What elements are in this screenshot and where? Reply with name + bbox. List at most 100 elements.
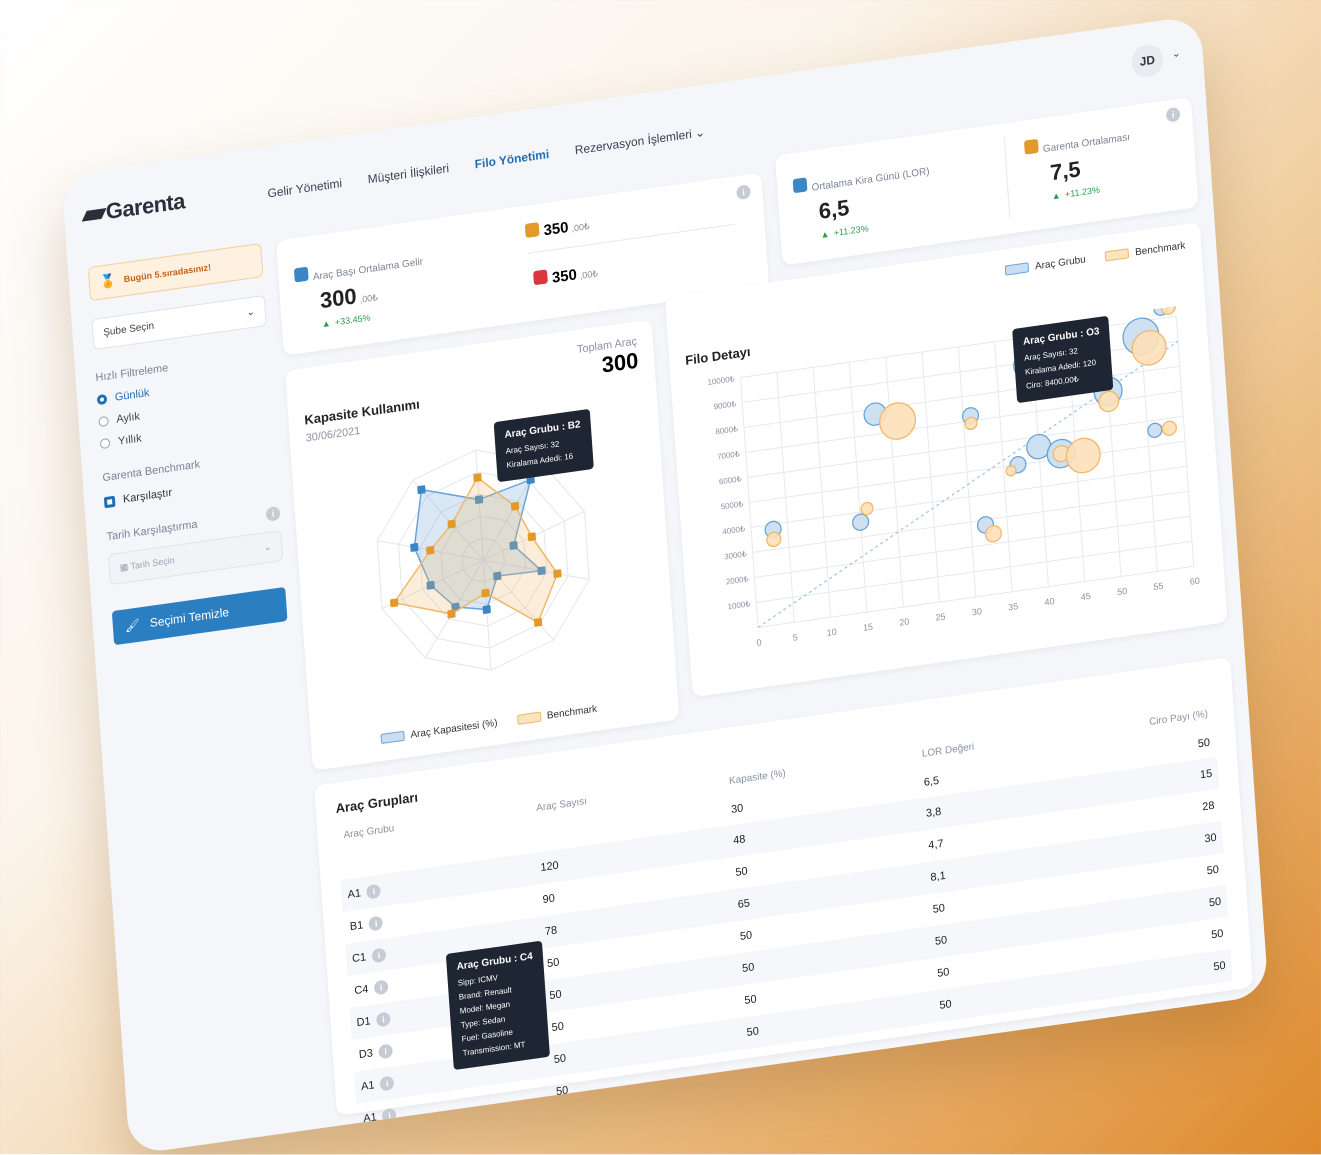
medal-icon: 🏅: [99, 272, 117, 290]
y-tick-label: 6000₺: [719, 474, 742, 486]
rank-banner: 🏅 Bugün 5.sıradasınız!: [87, 242, 264, 302]
info-icon[interactable]: i: [376, 1011, 391, 1028]
y-tick-label: 7000₺: [717, 449, 740, 461]
vehicle-groups-table-wrap: Araç Grubu Araç Sayısı Kapasite (%) LOR …: [337, 700, 1235, 1136]
scatter-grid-h: [752, 490, 1189, 553]
radar-point: [481, 588, 490, 598]
arrow-up-icon: ▲: [820, 228, 830, 240]
stack2-unit: ,00₺: [579, 268, 599, 281]
coin-stack-icon: [524, 222, 540, 239]
scatter-bubble: [1147, 422, 1163, 439]
capacity-card: Kapasite Kullanımı 30/06/2021 Toplam Ara…: [285, 319, 680, 771]
date-compare-label: Tarih Karşılaştırma: [106, 518, 198, 544]
rank-text: Bugün 5.sıradasınız!: [123, 262, 212, 285]
lor-delta: +11.23%: [833, 223, 869, 239]
arrow-up-icon: ▲: [321, 317, 331, 330]
scatter-grid-h: [754, 515, 1191, 578]
date-select-value: ▦ Tarih Seçin: [119, 555, 175, 574]
radar-point: [390, 598, 399, 608]
radar-point: [473, 473, 482, 482]
info-icon[interactable]: i: [378, 1043, 394, 1060]
garenta-logo[interactable]: Garenta: [81, 188, 186, 228]
chevron-down-icon[interactable]: ⌄: [1171, 46, 1181, 60]
brush-icon: 🖌: [124, 617, 141, 634]
x-tick-label: 5: [792, 632, 798, 643]
branch-select[interactable]: Şube Seçin ⌄: [91, 294, 267, 351]
x-tick-label: 55: [1153, 581, 1164, 592]
legend-swatch: [516, 711, 542, 726]
radar-point: [533, 618, 543, 627]
info-icon[interactable]: i: [265, 505, 281, 522]
calendar-icon: [792, 177, 808, 194]
scatter-bubble: [1161, 420, 1177, 437]
scatter-bubble: [860, 501, 874, 516]
lor-value: 6,5: [818, 194, 851, 224]
x-tick-label: 25: [935, 611, 946, 622]
info-icon[interactable]: i: [379, 1075, 395, 1092]
scatter-bubble: [1005, 465, 1017, 477]
x-tick-label: 60: [1189, 576, 1200, 587]
stack1-value: 350: [543, 218, 570, 240]
radio-dot: [96, 393, 108, 406]
chevron-down-icon: ⌄: [694, 125, 706, 141]
radar-point: [447, 609, 456, 619]
arrow-up-icon: ▲: [1051, 190, 1062, 202]
x-tick-label: 40: [1044, 596, 1055, 607]
x-tick-label: 35: [1008, 601, 1019, 612]
y-tick-label: 10000₺: [707, 374, 735, 387]
radar-point: [447, 519, 456, 529]
garenta-avg-block: Garenta Ortalaması 7,5 ▲ +11.23%: [1023, 126, 1134, 208]
radar-point: [553, 569, 562, 579]
legend-swatch: [1004, 262, 1030, 276]
fleet-card: Araç Grubu Benchmark Filo Detayı 0 5 10 15 2…: [664, 222, 1228, 698]
legend-benchmark[interactable]: Benchmark: [1105, 240, 1186, 262]
stack1-block: 350,00₺: [524, 194, 735, 255]
sidebar: 🏅 Bugün 5.sıradasınız! Şube Seçin ⌄ Hızlı …: [87, 242, 288, 646]
radio-dot: [99, 437, 111, 450]
x-tick-label: 20: [899, 616, 910, 627]
date-select-text: Tarih Seçin: [130, 555, 175, 572]
radar-point: [510, 501, 520, 511]
scatter-bubble: [852, 513, 870, 531]
y-tick-label: 5000₺: [720, 499, 743, 511]
nav-musteri-iliskileri[interactable]: Müşteri İlişkileri: [367, 161, 449, 186]
info-icon[interactable]: i: [368, 915, 384, 932]
clear-selection-button[interactable]: 🖌 Seçimi Temizle: [111, 586, 288, 646]
table-body: 30 6,5 50 A1 i 120 48 3,8 15 B1 i 90 50 4,7 28 C1 i 78 65 8…: [339, 727, 1235, 1136]
radar-point: [482, 605, 491, 614]
scatter-tooltip: Araç Grubu : O3 Araç Sayısı: 32 Kiralama…: [1012, 315, 1114, 404]
info-icon[interactable]: i: [373, 979, 389, 996]
legend-swatch: [380, 731, 405, 745]
dashboard-window: Garenta Gelir Yönetimi Müşteri İlişkiler…: [61, 14, 1269, 1155]
y-tick-label: 2000₺: [726, 574, 749, 586]
nav-rezervasyon-islemleri[interactable]: Rezervasyon İşlemleri ⌄: [574, 125, 705, 157]
legend-group[interactable]: Araç Grubu: [1004, 254, 1087, 276]
chevron-down-icon: ⌄: [263, 541, 272, 553]
info-icon[interactable]: i: [371, 947, 387, 964]
nav-filo-yonetimi[interactable]: Filo Yönetimi: [474, 147, 549, 171]
vehicle-groups-table: Araç Grubu Araç Sayısı Kapasite (%) LOR …: [337, 700, 1235, 1136]
info-icon[interactable]: i: [366, 883, 382, 900]
scatter-grid-h: [750, 465, 1187, 528]
info-icon[interactable]: i: [1165, 106, 1181, 123]
y-tick-label: 8000₺: [715, 424, 738, 436]
background: Garenta Gelir Yönetimi Müşteri İlişkiler…: [0, 0, 1321, 1155]
y-tick-label: 1000₺: [727, 599, 750, 611]
clear-selection-label: Seçimi Temizle: [149, 604, 230, 631]
info-icon[interactable]: i: [382, 1107, 397, 1124]
nav-rezervasyon-label: Rezervasyon İşlemleri: [574, 126, 693, 158]
radar-point: [410, 542, 419, 552]
total-vehicles: Toplam Araç 300: [577, 336, 640, 382]
avatar[interactable]: JD: [1130, 42, 1165, 79]
avg-revenue-block: Araç Başı Ortalama Gelir 300,00₺ ▲ +33.4…: [293, 251, 427, 336]
y-tick-label: 3000₺: [724, 549, 747, 561]
legend-group-label: Araç Grubu: [1034, 254, 1087, 273]
calendar-icon: [1023, 138, 1039, 155]
logo-text: Garenta: [105, 188, 186, 225]
radio-dot: [98, 415, 109, 428]
nav-gelir-yonetimi[interactable]: Gelir Yönetimi: [267, 176, 342, 200]
table-title: Araç Grupları: [335, 789, 419, 817]
info-icon[interactable]: i: [736, 184, 751, 201]
radar-point: [417, 485, 426, 495]
y-tick-label: 9000₺: [713, 399, 736, 411]
